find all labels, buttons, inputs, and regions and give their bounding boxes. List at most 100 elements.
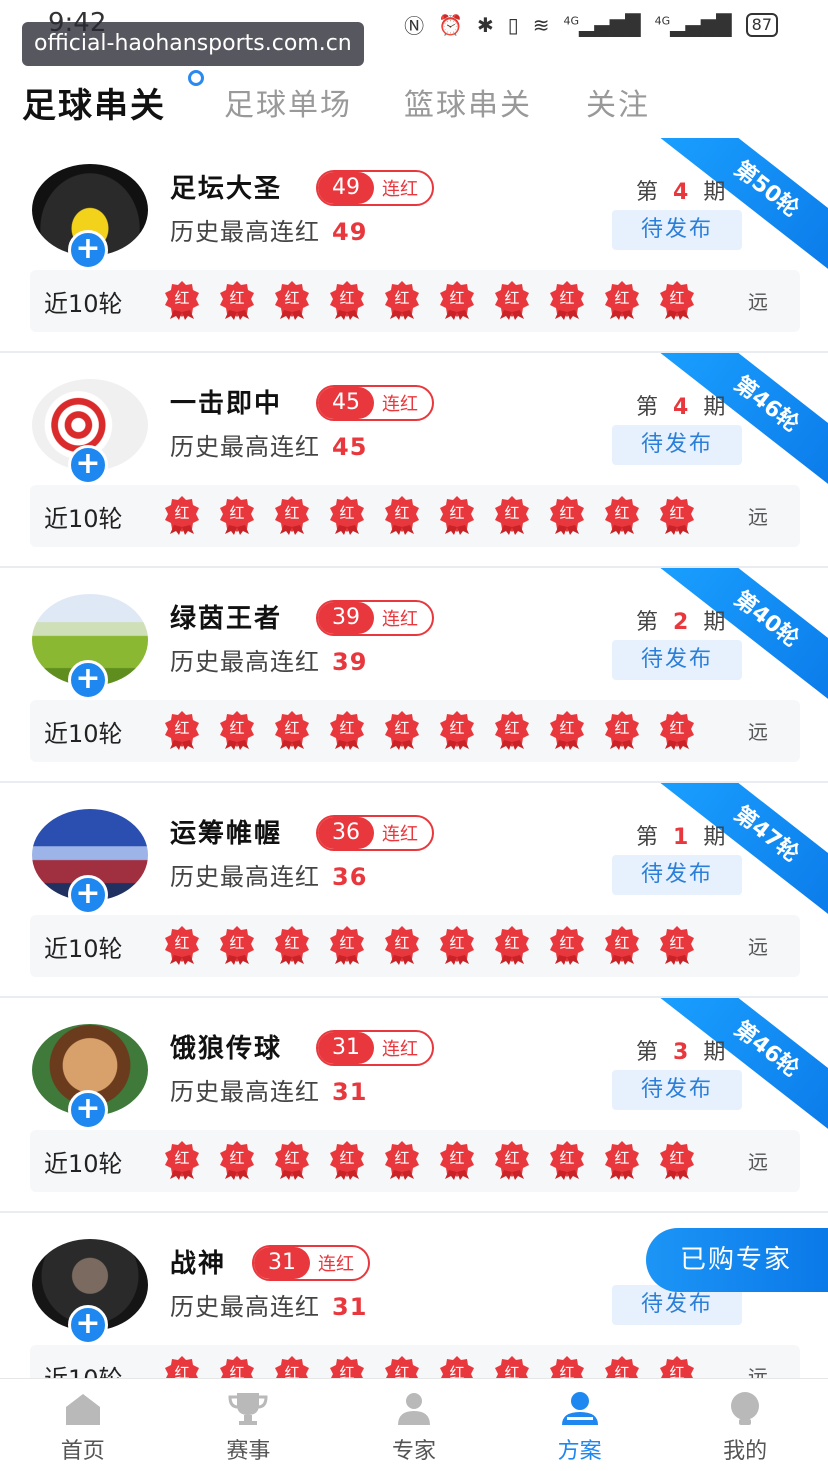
red-seal-icon: 红	[547, 1355, 587, 1378]
seal-char: 红	[614, 289, 630, 307]
follow-plus-icon[interactable]: +	[68, 230, 108, 270]
period-label: 第 1 期	[636, 819, 729, 851]
expert-name: 足坛大圣	[170, 174, 283, 204]
period-label: 第 2 期	[636, 604, 729, 636]
red-seal-icon: 红	[327, 495, 367, 535]
recent-results-row[interactable]: 近10轮 红 红 红 红 红 红 红 红 红 红 远	[30, 485, 800, 547]
pending-publish-button[interactable]: 待发布	[612, 210, 742, 250]
red-seal-icon: 红	[217, 925, 257, 965]
recent-results-row[interactable]: 近10轮 红 红 红 红 红 红 红 红 红 红 远	[30, 915, 800, 977]
recent-results-row[interactable]: 近10轮 红 红 红 红 红 红 红 红 红 红 远	[30, 1345, 800, 1378]
far-label: 远	[748, 720, 768, 744]
expert-list: 第50轮 + 足坛大圣 49 连红 历史最高连红 49 第 4 期待发布 近10轮红红红红红红红…	[0, 138, 828, 1378]
nav-home-label: 首页	[60, 1439, 105, 1464]
red-seal-icon: 红	[547, 280, 587, 320]
seal-char: 红	[614, 719, 630, 737]
follow-plus-icon[interactable]: +	[68, 445, 108, 485]
recent-seals: 红红红红红红红红红红	[162, 1140, 697, 1180]
expert-card[interactable]: 第50轮 + 足坛大圣 49 连红 历史最高连红 49 第 4 期待发布 近10轮红红红红红红红…	[0, 138, 828, 353]
red-seal-icon: 红	[272, 280, 312, 320]
nav-mine[interactable]: 我的	[662, 1379, 828, 1471]
red-seal-icon: 红	[602, 280, 642, 320]
history-value: 36	[332, 863, 368, 891]
tab-follow[interactable]: 关注	[586, 80, 650, 124]
signal-icon-2: 4G▂▄▆█	[654, 12, 732, 37]
nav-plans[interactable]: 方案	[497, 1379, 663, 1471]
follow-plus-icon[interactable]: +	[68, 1305, 108, 1345]
pending-publish-button[interactable]: 待发布	[612, 640, 742, 680]
seal-char: 红	[339, 289, 355, 307]
purchased-experts-button[interactable]: 已购专家	[646, 1228, 828, 1292]
seal-char: 红	[229, 289, 245, 307]
pending-publish-button[interactable]: 待发布	[612, 1070, 742, 1110]
period-label: 第 4 期	[636, 174, 729, 206]
seal-char: 红	[504, 289, 520, 307]
red-seal-icon: 红	[657, 1140, 697, 1180]
tab-basketball-parlay[interactable]: 篮球串关	[404, 80, 532, 124]
period-suffix: 期	[703, 825, 730, 850]
seal-char: 红	[394, 934, 410, 952]
history-value: 45	[332, 433, 368, 461]
history-label: 历史最高连红	[170, 433, 320, 461]
red-seal-icon: 红	[162, 710, 202, 750]
seal-char: 红	[394, 289, 410, 307]
follow-plus-icon[interactable]: +	[68, 1090, 108, 1130]
pending-publish-button[interactable]: 待发布	[612, 855, 742, 895]
recent-results-row[interactable]: 近10轮 红 红 红 红 红 红 红 红 红 红 远	[30, 700, 800, 762]
seal-char: 红	[394, 504, 410, 522]
expert-card[interactable]: 第40轮 + 绿茵王者 39 连红 历史最高连红 39 第 2 期待发布 近10轮红红红红红红红…	[0, 568, 828, 783]
seal-char: 红	[559, 934, 575, 952]
nav-home[interactable]: 首页	[0, 1379, 166, 1471]
seal-char: 红	[284, 1149, 300, 1167]
streak-badge: 36 连红	[316, 815, 434, 851]
expert-card[interactable]: 第47轮 + 运筹帷幄 36 连红 历史最高连红 36 第 1 期待发布 近10轮红红红红红红红…	[0, 783, 828, 998]
period-suffix: 期	[703, 610, 730, 635]
pending-publish-button[interactable]: 待发布	[612, 425, 742, 465]
recent-results-row[interactable]: 近10轮 红 红 红 红 红 红 红 红 红 红 远	[30, 1130, 800, 1192]
period-number: 2	[673, 610, 693, 635]
avatar-wrap: +	[32, 809, 148, 915]
tab-football-single[interactable]: 足球单场	[224, 80, 352, 124]
expert-card[interactable]: 第46轮 + 一击即中 45 连红 历史最高连红 45 第 4 期待发布 近10轮红红红红红红红…	[0, 353, 828, 568]
follow-plus-icon[interactable]: +	[68, 660, 108, 700]
streak-count: 36	[318, 817, 374, 849]
wifi-icon: ≋	[532, 12, 550, 37]
red-seal-icon: 红	[327, 1355, 367, 1378]
nav-events[interactable]: 赛事	[166, 1379, 332, 1471]
red-seal-icon: 红	[327, 710, 367, 750]
seal-char: 红	[614, 1149, 630, 1167]
seal-char: 红	[449, 1364, 465, 1378]
nav-plans-label: 方案	[557, 1439, 602, 1464]
follow-plus-icon[interactable]: +	[68, 875, 108, 915]
period-label: 第 4 期	[636, 389, 729, 421]
period-suffix: 期	[703, 1040, 730, 1065]
expert-name: 饿狼传球	[170, 1034, 283, 1064]
recent-seals: 红红红红红红红红红红	[162, 280, 697, 320]
streak-badge: 39 连红	[316, 600, 434, 636]
seal-char: 红	[669, 504, 685, 522]
red-seal-icon: 红	[657, 925, 697, 965]
streak-badge: 49 连红	[316, 170, 434, 206]
seal-char: 红	[229, 504, 245, 522]
red-seal-icon: 红	[382, 925, 422, 965]
nav-experts[interactable]: 专家	[331, 1379, 497, 1471]
avatar-wrap: +	[32, 1239, 148, 1345]
seal-char: 红	[394, 719, 410, 737]
seal-char: 红	[284, 719, 300, 737]
streak-label: 连红	[382, 179, 418, 200]
history-label: 历史最高连红	[170, 648, 320, 676]
period-label: 第 3 期	[636, 1034, 729, 1066]
recent-label: 近10轮	[44, 720, 123, 748]
red-seal-icon: 红	[547, 1140, 587, 1180]
seal-char: 红	[504, 1364, 520, 1378]
recent-label: 近10轮	[44, 290, 123, 318]
red-seal-icon: 红	[547, 925, 587, 965]
streak-count: 31	[254, 1247, 310, 1279]
expert-card[interactable]: 第46轮 + 饿狼传球 31 连红 历史最高连红 31 第 3 期待发布 近10轮红红红红红红红…	[0, 998, 828, 1213]
tab-football-parlay[interactable]: 足球串关	[22, 78, 166, 127]
red-seal-icon: 红	[217, 280, 257, 320]
red-seal-icon: 红	[382, 495, 422, 535]
seal-char: 红	[229, 1149, 245, 1167]
red-seal-icon: 红	[327, 1140, 367, 1180]
recent-results-row[interactable]: 近10轮 红 红 红 红 红 红 红 红 红 红 远	[30, 270, 800, 332]
